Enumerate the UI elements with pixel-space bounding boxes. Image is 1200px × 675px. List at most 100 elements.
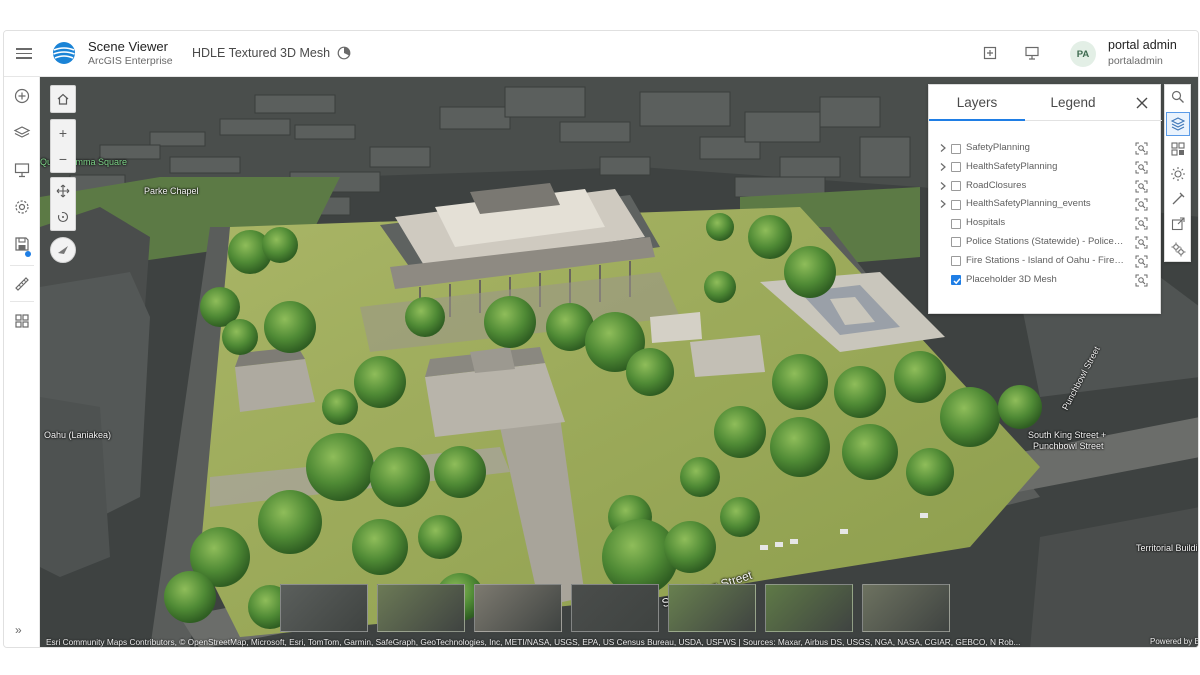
layer-name: HealthSafetyPlanning_events <box>966 198 1091 210</box>
app-subtitle: ArcGIS Enterprise <box>88 55 173 67</box>
layer-row[interactable]: RoadClosures <box>929 177 1162 196</box>
check-icon <box>953 278 961 285</box>
powered-by[interactable]: Powered by Esri <box>1150 637 1198 646</box>
attribution-text[interactable]: Esri Community Maps Contributors, © Open… <box>46 637 1156 647</box>
layer-list: SafetyPlanning HealthSafetyPlanning RoadCl… <box>929 139 1162 289</box>
layer-visibility-checkbox[interactable] <box>951 181 961 192</box>
slide-thumbnail[interactable] <box>280 584 368 632</box>
app-frame: Scene Viewer ArcGIS Enterprise HDLE Text… <box>3 30 1199 648</box>
layer-row[interactable]: SafetyPlanning <box>929 139 1162 158</box>
layer-name: SafetyPlanning <box>966 142 1030 153</box>
slide-thumbnail[interactable] <box>571 584 659 632</box>
zoom-to-layer-icon[interactable] <box>1135 255 1148 268</box>
left-toolbar: » <box>4 77 40 647</box>
close-icon[interactable] <box>1135 96 1149 110</box>
layers-icon[interactable] <box>13 124 31 142</box>
app-title: Scene Viewer <box>88 39 168 54</box>
grid-icon[interactable] <box>13 312 31 330</box>
layer-row[interactable]: HealthSafetyPlanning_events <box>929 195 1162 214</box>
zoom-to-layer-icon[interactable] <box>1135 236 1148 249</box>
tab-legend[interactable]: Legend <box>1025 85 1121 121</box>
compass-icon <box>58 246 68 254</box>
chevron-right-icon[interactable] <box>939 143 947 153</box>
layer-name: Fire Stations - Island of Oahu - Fire St… <box>966 254 1124 266</box>
avatar[interactable]: PA <box>1070 41 1096 67</box>
measure-icon[interactable] <box>1170 191 1186 207</box>
zoom-out-button[interactable]: − <box>51 146 75 172</box>
slide-thumbnail[interactable] <box>377 584 465 632</box>
tab-layers[interactable]: Layers <box>929 85 1025 121</box>
search-icon[interactable] <box>1170 89 1186 105</box>
home-button[interactable] <box>51 86 75 112</box>
map-label-chapel: Parke Chapel <box>144 186 199 196</box>
layers-list-icon[interactable] <box>1170 116 1186 132</box>
scene-view[interactable]: Queen Emma Square Parke Chapel Oahu (Lan… <box>40 77 1198 647</box>
share-icon[interactable] <box>1170 216 1186 232</box>
right-toolbar <box>1164 84 1191 262</box>
slide-thumbnail[interactable] <box>474 584 562 632</box>
rotate-button[interactable] <box>51 204 75 230</box>
layer-row[interactable]: Police Stations (Statewide) - Police Sta… <box>929 233 1162 252</box>
chevron-right-icon[interactable] <box>939 199 947 209</box>
user-name[interactable]: portal admin <box>1108 38 1177 52</box>
compass-button[interactable] <box>50 237 76 263</box>
globe-logo-icon <box>53 42 75 64</box>
basemap-icon[interactable] <box>1170 141 1186 157</box>
chevron-right-icon[interactable] <box>939 162 947 172</box>
chevron-right-icon[interactable] <box>939 181 947 191</box>
layer-visibility-checkbox[interactable] <box>951 143 961 154</box>
layer-visibility-checkbox[interactable] <box>951 256 961 267</box>
layer-name: Placeholder 3D Mesh <box>966 273 1057 285</box>
settings-gear-icon[interactable] <box>1170 241 1186 257</box>
slide-thumbnail[interactable] <box>765 584 853 632</box>
home-icon <box>57 93 69 105</box>
unsaved-indicator <box>25 251 31 257</box>
zoom-to-layer-icon[interactable] <box>1135 274 1148 287</box>
layer-name: Police Stations (Statewide) - Police Sta… <box>966 235 1124 247</box>
toolbar-divider <box>10 265 34 266</box>
user-login: portaladmin <box>1108 55 1163 67</box>
zoom-to-layer-icon[interactable] <box>1135 180 1148 193</box>
rotate-icon <box>57 211 69 223</box>
settings-icon[interactable] <box>13 198 31 216</box>
slide-thumbnail[interactable] <box>862 584 950 632</box>
zoom-to-layer-icon[interactable] <box>1135 142 1148 155</box>
presentation-icon[interactable] <box>1024 45 1040 61</box>
zoom-to-layer-icon[interactable] <box>1135 217 1148 230</box>
layer-name: Hospitals <box>966 217 1006 229</box>
pan-icon <box>56 184 70 198</box>
add-icon[interactable] <box>982 45 998 61</box>
layer-visibility-checkbox[interactable] <box>951 162 961 173</box>
panel-tabs: Layers Legend <box>929 85 1162 121</box>
layer-row[interactable]: Placeholder 3D Mesh <box>929 271 1162 290</box>
zoom-in-button[interactable]: + <box>51 120 75 146</box>
layer-name: HealthSafetyPlanning <box>966 160 1058 172</box>
zoom-to-layer-icon[interactable] <box>1135 161 1148 174</box>
nav-mode-control <box>50 177 76 231</box>
layer-visibility-checkbox[interactable] <box>951 237 961 248</box>
daylight-icon[interactable] <box>1170 166 1186 182</box>
layer-row[interactable]: HealthSafetyPlanning <box>929 158 1162 177</box>
map-label-intersection-2: Punchbowl Street <box>1033 441 1104 451</box>
layer-row[interactable]: Fire Stations - Island of Oahu - Fire St… <box>929 252 1162 271</box>
zoom-control: + − <box>50 119 76 173</box>
layer-visibility-checkbox[interactable] <box>951 275 961 286</box>
map-label-oahu: Oahu (Laniakea) <box>44 430 112 440</box>
measure-icon[interactable] <box>13 275 31 293</box>
presentation-icon[interactable] <box>13 161 31 179</box>
app-header: Scene Viewer ArcGIS Enterprise HDLE Text… <box>4 31 1198 77</box>
expand-icon[interactable]: » <box>15 623 22 637</box>
scene-title: HDLE Textured 3D Mesh <box>192 46 331 60</box>
zoom-to-layer-icon[interactable] <box>1135 198 1148 211</box>
layer-visibility-checkbox[interactable] <box>951 199 961 210</box>
hamburger-menu-icon[interactable] <box>16 45 32 61</box>
layer-name: RoadClosures <box>966 179 1027 191</box>
layer-row[interactable]: Hospitals <box>929 214 1162 233</box>
layer-visibility-checkbox[interactable] <box>951 218 961 229</box>
pan-button[interactable] <box>51 178 75 204</box>
slides-strip <box>280 584 960 634</box>
slide-thumbnail[interactable] <box>668 584 756 632</box>
info-icon[interactable] <box>337 46 351 60</box>
layers-panel: Layers Legend SafetyPlanning HealthSafety… <box>928 84 1162 314</box>
add-icon[interactable] <box>13 87 31 105</box>
